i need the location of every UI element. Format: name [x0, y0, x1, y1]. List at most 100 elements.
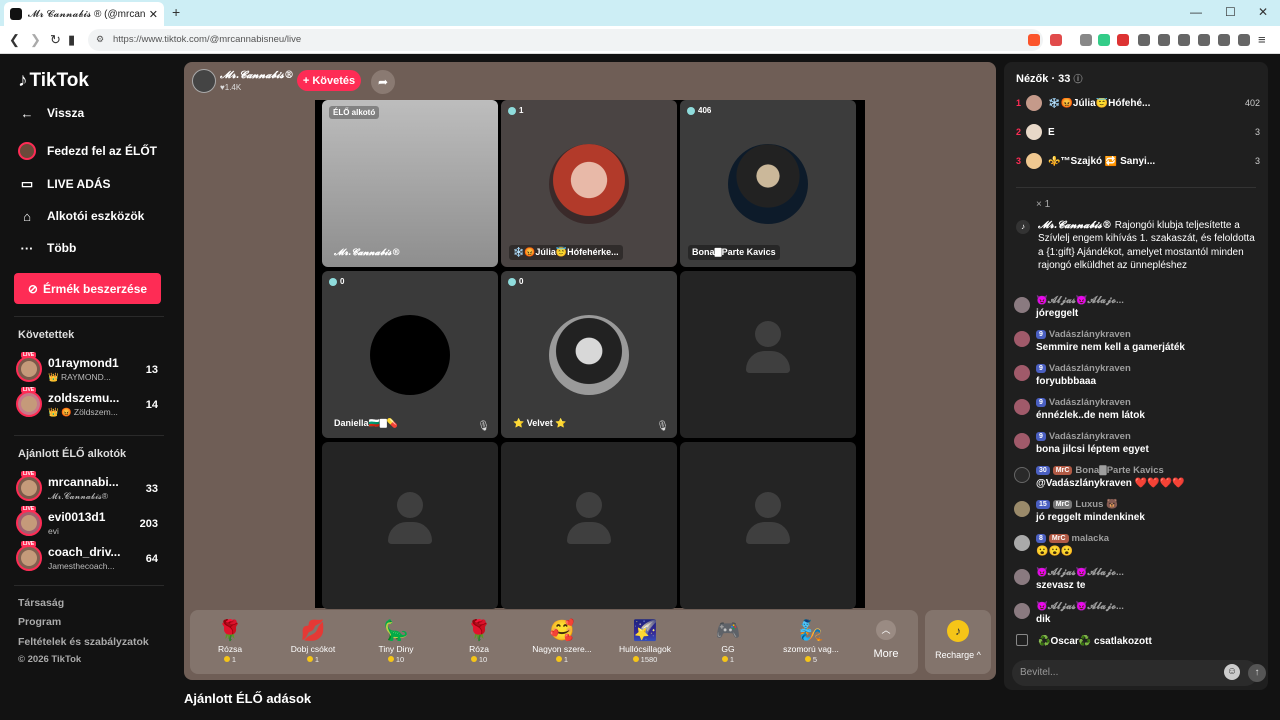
browser-tab[interactable]: 𝓜𝓻 𝓒𝓪𝓷𝓷𝓪𝓫𝓲𝓼 ® (@mrcann ✕	[4, 2, 164, 26]
forward-icon[interactable]: ❯	[30, 32, 41, 48]
guest-slot[interactable]: 0 ⭐ Velvet ⭐ 🎙	[501, 271, 677, 438]
guest-slot[interactable]: 0 Daniella🇧🇬🀫💊 🎙	[322, 271, 498, 438]
gift-item[interactable]: 🥰 Nagyon szere... 1	[522, 618, 602, 674]
chat-user[interactable]: 😈𝓐𝓵𝓳𝓪𝓼😈𝓐𝓵𝓪𝓳𝓸...	[1036, 567, 1124, 578]
nav-live[interactable]: ▭ LIVE ADÁS	[18, 175, 111, 193]
guest-slot[interactable]: 1 ❄️😡Júlia😇Hófehérke...	[501, 100, 677, 267]
chat-user[interactable]: 😈𝓐𝓵𝓳𝓪𝓼😈𝓐𝓵𝓪𝓳𝓸...	[1036, 601, 1124, 612]
close-tab-icon[interactable]: ✕	[149, 8, 158, 21]
extension-icon[interactable]	[1158, 34, 1170, 46]
viewers-title[interactable]: Nézők · 33 ⓘ	[1016, 72, 1083, 85]
guest-name: 𝓜𝓻.𝓒𝓪𝓷𝓷𝓪𝓫𝓲𝓼®	[334, 248, 401, 258]
nav-explore-live[interactable]: Fedezd fel az ÉLŐT	[18, 142, 157, 160]
top-viewer-row[interactable]: 3 ⚜️™Szajkó 🔁 Sanyi... 3	[1016, 152, 1260, 172]
empty-guest-slot[interactable]	[322, 442, 498, 609]
sidebar-toggle-icon[interactable]	[1178, 34, 1190, 46]
nav-creator-tools[interactable]: ⌂ Alkotói eszközök	[18, 207, 144, 225]
get-coins-button[interactable]: ⊘ Érmék beszerzése	[14, 273, 161, 304]
chat-user[interactable]: 30 MrC Bona🀫Parte Kavics	[1036, 465, 1164, 476]
recommended-account[interactable]: LIVE mrcannabi... 𝓜𝓻.𝓒𝓪𝓷𝓷𝓪𝓫𝓲𝓼® 33	[16, 471, 166, 505]
top-viewer-row[interactable]: 2 E 3	[1016, 123, 1260, 143]
chat-user[interactable]: 9 Vadászlánykraven	[1036, 363, 1131, 374]
close-window-icon[interactable]: ✕	[1258, 5, 1268, 19]
recharge-button[interactable]: ♪ Recharge ^	[925, 610, 991, 674]
chat-message[interactable]: 9 Vadászlánykraven Semmire nem kell a gam…	[1014, 329, 1260, 361]
url-field[interactable]: ⚙ https://www.tiktok.com/@mrcannabisneu/…	[88, 29, 1043, 51]
emoji-icon[interactable]: ☺	[1224, 664, 1240, 680]
extension-hls-icon[interactable]	[1117, 34, 1129, 46]
chat-user[interactable]: 8 MrC malacka	[1036, 533, 1109, 544]
chat-message[interactable]: 😈𝓐𝓵𝓳𝓪𝓼😈𝓐𝓵𝓪𝓳𝓸... szevasz te	[1014, 567, 1260, 599]
footer-link-program[interactable]: Program	[18, 616, 61, 628]
recommended-account[interactable]: LIVE coach_driv... Jamesthecoach... 64	[16, 541, 166, 575]
guest-name: ❄️😡Júlia😇Hófehérke...	[509, 245, 623, 260]
extension-icon[interactable]	[1138, 34, 1150, 46]
chat-message[interactable]: 8 MrC malacka 😮😮😮	[1014, 533, 1260, 565]
chat-message[interactable]: 15 MrC Luxus 🐻 jó reggelt mindenkinek	[1014, 499, 1260, 531]
coin-icon: ⊘	[27, 281, 38, 296]
recommended-account[interactable]: LIVE evi0013d1 evi 203	[16, 506, 166, 540]
gift-item[interactable]: 🦕 Tiny Diny 10	[356, 618, 436, 674]
empty-guest-slot[interactable]	[680, 271, 856, 438]
chat-message[interactable]: 😈𝓐𝓵𝓳𝓪𝓼😈𝓐𝓵𝓪𝓳𝓸... jóreggelt	[1014, 295, 1260, 327]
person-placeholder-icon	[738, 491, 798, 556]
host-avatar[interactable]	[192, 69, 216, 93]
gift-item[interactable]: 🌹 Rózsa 1	[190, 618, 270, 674]
following-account[interactable]: LIVE 01raymond1 👑 RAYMOND... 13	[16, 352, 166, 386]
gift-item[interactable]: 🧞 szomorú vag... 5	[771, 618, 851, 674]
footer-link-company[interactable]: Társaság	[18, 597, 64, 609]
send-icon[interactable]: ↑	[1248, 664, 1266, 682]
nav-back[interactable]: ← Vissza	[18, 104, 85, 122]
info-icon[interactable]: ⓘ	[1073, 74, 1082, 84]
guest-avatar	[728, 143, 808, 224]
share-icon[interactable]: ➦	[371, 70, 395, 94]
wallet-icon[interactable]	[1218, 34, 1230, 46]
maximize-icon[interactable]: ☐	[1225, 5, 1236, 19]
more-gifts-button[interactable]: ︿ More	[866, 620, 906, 666]
chat-user[interactable]: 9 Vadászlánykraven	[1036, 329, 1131, 340]
menu-icon[interactable]: ≡	[1258, 32, 1266, 47]
following-account[interactable]: LIVE zoldszemu... 👑 😡 Zöldszem... 14	[16, 387, 166, 421]
minimize-icon[interactable]: —	[1190, 5, 1202, 19]
follow-button[interactable]: + Követés	[297, 70, 361, 91]
chat-message[interactable]: 9 Vadászlánykraven énnézlek..de nem látok	[1014, 397, 1260, 429]
empty-guest-slot[interactable]	[501, 442, 677, 609]
brave-shield-icon[interactable]	[1028, 34, 1040, 46]
chat-input[interactable]: Bevitel... ☺ ↑	[1012, 660, 1266, 686]
new-tab-icon[interactable]: +	[172, 4, 180, 20]
site-info-icon[interactable]: ⚙	[96, 34, 104, 45]
host-name[interactable]: 𝓜𝓻.𝓒𝓪𝓷𝓷𝓪𝓫𝓲𝓼®	[220, 70, 294, 81]
nav-more[interactable]: ··· Több	[18, 239, 77, 257]
footer-link-terms[interactable]: Feltételek és szabályzatok	[18, 636, 149, 648]
reload-icon[interactable]: ↻	[50, 32, 61, 48]
guest-slot-host[interactable]: ÉLŐ alkotó 𝓜𝓻.𝓒𝓪𝓷𝓷𝓪𝓫𝓲𝓼®	[322, 100, 498, 267]
brave-rewards-icon[interactable]	[1050, 34, 1062, 46]
chat-user[interactable]: 15 MrC Luxus 🐻	[1036, 499, 1118, 510]
avatar	[16, 510, 42, 536]
empty-guest-slot[interactable]	[680, 442, 856, 609]
gift-item[interactable]: 🎮 GG 1	[688, 618, 768, 674]
top-viewer-row[interactable]: 1 ❄️😡Júlia😇Hófehé... 402	[1016, 94, 1260, 114]
chat-message[interactable]: 9 Vadászlánykraven foryubbbaaa	[1014, 363, 1260, 395]
gift-item[interactable]: 💋 Dobj csókot 1	[273, 618, 353, 674]
host-likes: ♥1.4K	[220, 83, 242, 92]
chat-user[interactable]: 😈𝓐𝓵𝓳𝓪𝓼😈𝓐𝓵𝓪𝓳𝓸...	[1036, 295, 1124, 306]
extensions-puzzle-icon[interactable]	[1198, 34, 1210, 46]
chat-user[interactable]: 9 Vadászlánykraven	[1036, 397, 1131, 408]
back-icon[interactable]: ❮	[9, 32, 20, 48]
extension-color-icon[interactable]	[1098, 34, 1110, 46]
chat-user[interactable]: 9 Vadászlánykraven	[1036, 431, 1131, 442]
avatar	[1014, 467, 1030, 483]
bookmark-icon[interactable]: ▮	[68, 32, 75, 48]
chat-message[interactable]: 30 MrC Bona🀫Parte Kavics @Vadászlánykraven…	[1014, 465, 1260, 497]
avatar	[1026, 124, 1042, 140]
extension-shield-icon[interactable]	[1080, 34, 1092, 46]
gift-item[interactable]: 🌠 Hullócsillagok 1580	[605, 618, 685, 674]
chat-message[interactable]: 9 Vadászlánykraven bona jilcsi léptem egy…	[1014, 431, 1260, 463]
guest-slot[interactable]: 406 Bona🀫Parte Kavics	[680, 100, 856, 267]
tiktok-logo[interactable]: ♪ TikTok	[18, 70, 89, 92]
viewer-count-badge: 1	[508, 106, 523, 115]
vpn-icon[interactable]	[1238, 34, 1250, 46]
chat-message[interactable]: 😈𝓐𝓵𝓳𝓪𝓼😈𝓐𝓵𝓪𝓳𝓸... dik	[1014, 601, 1260, 633]
gift-item[interactable]: 🌹 Róza 10	[439, 618, 519, 674]
